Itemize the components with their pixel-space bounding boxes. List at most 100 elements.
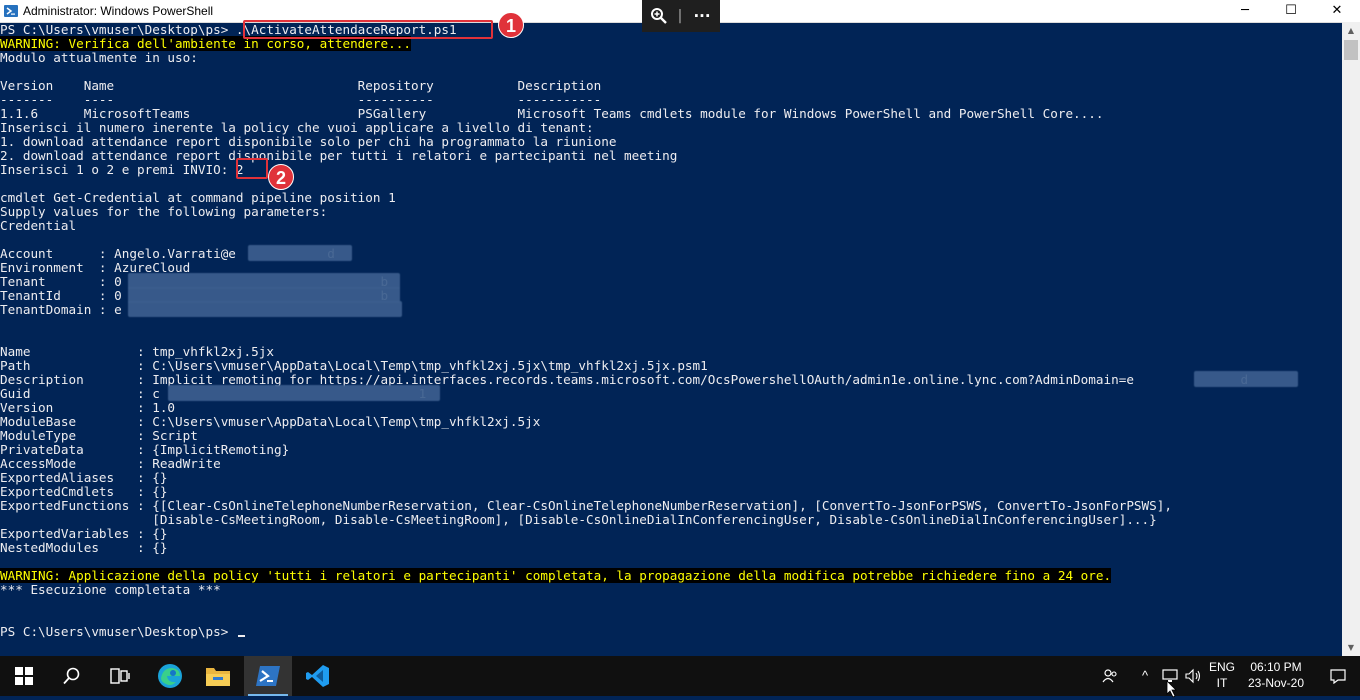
console-text: Version Name Repository Description [0,78,602,93]
console-line: Version Name Repository Description [0,79,601,93]
highlight-box-input [236,158,268,179]
console-output[interactable]: PS C:\Users\vmuser\Desktop\ps> .\Activat… [0,22,1342,656]
warning-text: WARNING: Applicazione della policy 'tutt… [0,568,1112,583]
console-line: ExportedCmdlets : {} [0,485,167,499]
console-line: ModuleType : Script [0,429,198,443]
language-indicator[interactable]: ENG IT [1205,659,1239,691]
maximize-button[interactable]: ☐ [1268,0,1314,22]
console-text: Supply values for the following paramete… [0,204,328,219]
toolbar-divider: | [677,8,683,24]
search-icon[interactable] [48,656,96,696]
console-text: ModuleBase : C:\Users\vmuser\AppData\Loc… [0,414,541,429]
console-line: 1.1.6 MicrosoftTeams PSGallery Microsoft… [0,107,1104,121]
console-line: PS C:\Users\vmuser\Desktop\ps> [0,625,245,639]
console-text: ModuleType : Script [0,428,198,443]
console-text: PS C:\Users\vmuser\Desktop\ps> [0,624,236,639]
console-text: PrivateData : {ImplicitRemoting} [0,442,290,457]
region-code: IT [1216,676,1228,690]
vscode-icon[interactable] [294,656,342,696]
console-line: [Disable-CsMeetingRoom, Disable-CsMeetin… [0,513,1157,527]
console-line: Supply values for the following paramete… [0,205,327,219]
clock[interactable]: 06:10 PM 23-Nov-20 [1236,659,1316,691]
windows-start-icon[interactable] [0,656,48,696]
console-text: ------- ---- ---------- ----------- [0,92,602,107]
redaction-blur [248,245,352,261]
task-view-icon[interactable] [96,656,144,696]
console-line: Version : 1.0 [0,401,175,415]
console-line: NestedModules : {} [0,541,167,555]
language-code: ENG [1208,660,1235,674]
powershell-taskbar-button[interactable] [244,656,292,696]
scroll-down-arrow-icon[interactable]: ▼ [1342,639,1360,656]
console-line: ExportedFunctions : {[Clear-CsOnlineTele… [0,499,1172,513]
console-text: AccessMode : ReadWrite [0,456,221,471]
console-text: 1. download attendance report disponibil… [0,134,617,149]
console-text: Path : C:\Users\vmuser\AppData\Local\Tem… [0,358,708,373]
window-title: Administrator: Windows PowerShell [23,4,214,18]
console-text: ExportedFunctions : {[Clear-CsOnlineTele… [0,498,1172,513]
console-text: Version : 1.0 [0,400,176,415]
console-text: ExportedVariables : {} [0,526,168,541]
console-text: Modulo attualmente in uso: [0,50,198,65]
console-line: TenantDomain : e [0,303,122,317]
mouse-cursor-icon [1166,680,1177,698]
console-line: 2. download attendance report disponibil… [0,149,677,163]
powershell-icon [4,5,18,17]
redaction-blur [168,385,440,401]
console-text: PS C:\Users\vmuser\Desktop\ps> [0,22,236,37]
magnifier-plus-icon[interactable] [648,0,670,32]
console-line: WARNING: Verifica dell'ambiente in corso… [0,36,411,51]
clock-time: 06:10 PM [1250,660,1302,674]
console-line: 1. download attendance report disponibil… [0,135,616,149]
console-line: cmdlet Get-Credential at command pipelin… [0,191,396,205]
console-text: ExportedCmdlets : {} [0,484,168,499]
chevron-up-icon[interactable]: ^ [1134,656,1156,696]
close-button[interactable]: ✕ [1314,0,1360,22]
console-line: Path : C:\Users\vmuser\AppData\Local\Tem… [0,359,708,373]
console-line: Credential [0,219,76,233]
vertical-scrollbar[interactable]: ▲ ▼ [1342,22,1360,656]
console-line: Modulo attualmente in uso: [0,51,198,65]
console-line: ModuleBase : C:\Users\vmuser\AppData\Loc… [0,415,540,429]
redaction-blur [1194,371,1298,387]
console-line: WARNING: Applicazione della policy 'tutt… [0,568,1112,583]
console-text: Credential [0,218,77,233]
console-line: *** Esecuzione completata *** [0,583,221,597]
maximize-icon: ☐ [1285,3,1297,18]
scroll-up-arrow-icon[interactable]: ▲ [1342,22,1360,39]
taskbar: ^ ENG IT 06:10 PM 23-Nov-20 [0,656,1360,698]
highlight-box-command [243,20,493,39]
edge-browser-icon[interactable] [146,656,194,696]
notification-icon[interactable] [1316,656,1360,696]
console-text: *** Esecuzione completata *** [0,582,221,597]
clock-date: 23-Nov-20 [1247,676,1305,690]
volume-icon[interactable] [1182,656,1206,696]
annotation-badge-2: 2 [268,164,294,190]
console-line: Inserisci 1 o 2 e premi INVIO: 2 [0,163,244,177]
console-text: Inserisci il numero inerente la policy c… [0,120,594,135]
zoom-toolbar: | ··· [642,0,720,32]
console-line: ------- ---- ---------- ----------- [0,93,601,107]
people-icon[interactable] [1098,656,1122,696]
console-line: Name : tmp_vhfkl2xj.5jx [0,345,274,359]
console-line: PrivateData : {ImplicitRemoting} [0,443,289,457]
annotation-badge-1: 1 [498,12,524,38]
console-text: [Disable-CsMeetingRoom, Disable-CsMeetin… [0,512,1157,527]
console-text: 1.1.6 MicrosoftTeams PSGallery Microsoft… [0,106,1104,121]
console-text: NestedModules : {} [0,540,168,555]
console-text: Inserisci 1 o 2 e premi INVIO: 2 [0,162,244,177]
console-line: Inserisci il numero inerente la policy c… [0,121,594,135]
console-line: ExportedVariables : {} [0,527,167,541]
console-line: ExportedAliases : {} [0,471,167,485]
console-text: ExportedAliases : {} [0,470,168,485]
console-text: Name : tmp_vhfkl2xj.5jx [0,344,274,359]
file-explorer-icon[interactable] [194,656,242,696]
text-cursor [237,635,245,637]
minimize-button[interactable]: ─ [1222,0,1268,22]
redaction-blur [128,301,402,317]
console-text: TenantDomain : e [0,302,122,317]
scroll-thumb[interactable] [1344,40,1358,60]
console-text: cmdlet Get-Credential at command pipelin… [0,190,396,205]
console-line: AccessMode : ReadWrite [0,457,221,471]
more-options-button[interactable]: ··· [690,0,714,32]
